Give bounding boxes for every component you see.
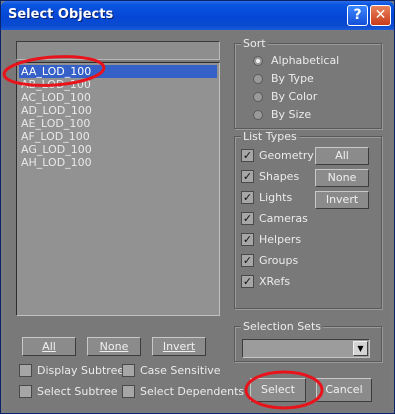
sort-option-label: Alphabetical — [271, 54, 340, 67]
radio-button[interactable] — [253, 74, 263, 84]
selection-sets-dropdown[interactable]: ▼ — [242, 339, 370, 358]
display-subtree-label: Display Subtree — [37, 364, 125, 377]
list-all-label: All — [42, 340, 56, 353]
types-none-button[interactable]: None — [315, 169, 369, 187]
checkbox[interactable]: ✓ — [241, 275, 254, 288]
select-subtree-label: Select Subtree — [37, 385, 118, 398]
checkbox[interactable]: ✓ — [241, 149, 254, 162]
sort-option-label: By Size — [271, 108, 312, 121]
select-dependents-checkbox[interactable] — [122, 385, 135, 398]
list-type-label: Cameras — [259, 212, 308, 225]
list-item[interactable]: AB_LOD_100 — [19, 78, 217, 91]
list-invert-label: Invert — [162, 340, 196, 353]
sort-group-label: Sort — [241, 37, 268, 50]
list-all-button[interactable]: All — [22, 337, 76, 356]
cancel-button[interactable]: Cancel — [316, 378, 372, 402]
checkbox[interactable]: ✓ — [241, 254, 254, 267]
case-sensitive-label: Case Sensitive — [140, 364, 221, 377]
close-button[interactable]: ✕ — [370, 5, 391, 26]
list-none-label: None — [99, 340, 129, 353]
list-item[interactable]: AH_LOD_100 — [19, 156, 217, 169]
sort-option-label: By Color — [271, 90, 318, 103]
radio-button[interactable] — [253, 110, 263, 120]
sort-option-label: By Type — [271, 72, 314, 85]
list-type-label: Helpers — [259, 233, 302, 246]
window-title: Select Objects — [8, 7, 114, 22]
checkbox[interactable]: ✓ — [241, 170, 254, 183]
select-dependents-label: Select Dependents — [140, 385, 245, 398]
list-type-label: Groups — [259, 254, 299, 267]
list-types-group-label: List Types — [241, 130, 299, 143]
list-type-label: Geometry — [259, 149, 314, 162]
checkbox[interactable]: ✓ — [241, 233, 254, 246]
checkbox[interactable]: ✓ — [241, 212, 254, 225]
sort-group: Sort Alphabetical By Type By Color By Size — [234, 37, 382, 129]
list-none-button[interactable]: None — [87, 337, 141, 356]
types-invert-button[interactable]: Invert — [315, 191, 369, 209]
dropdown-arrow-icon[interactable]: ▼ — [353, 341, 368, 356]
list-item[interactable]: AD_LOD_100 — [19, 104, 217, 117]
list-item[interactable]: AF_LOD_100 — [19, 130, 217, 143]
search-input[interactable] — [16, 41, 220, 60]
select-objects-dialog: Select Objects ? ✕ AA_LOD_100 AB_LOD_100 A… — [0, 0, 395, 414]
case-sensitive-checkbox[interactable] — [122, 364, 135, 377]
list-type-label: Shapes — [259, 170, 300, 183]
list-type-label: Lights — [259, 191, 293, 204]
list-item[interactable]: AA_LOD_100 — [19, 65, 217, 78]
list-item[interactable]: AC_LOD_100 — [19, 91, 217, 104]
title-bar[interactable]: Select Objects ? ✕ — [1, 1, 394, 30]
selection-sets-label: Selection Sets — [241, 320, 323, 333]
radio-button[interactable] — [253, 56, 263, 66]
list-type-label: XRefs — [259, 275, 291, 288]
display-subtree-checkbox[interactable] — [19, 364, 32, 377]
list-types-group: List Types ✓ Geometry ✓ Shapes ✓ Lights ✓ Camer… — [234, 130, 382, 309]
radio-button[interactable] — [253, 92, 263, 102]
help-button[interactable]: ? — [347, 5, 368, 26]
select-button[interactable]: Select — [250, 378, 306, 402]
list-invert-button[interactable]: Invert — [152, 337, 206, 356]
types-all-button[interactable]: All — [315, 147, 369, 165]
list-item[interactable]: AE_LOD_100 — [19, 117, 217, 130]
list-item[interactable]: AG_LOD_100 — [19, 143, 217, 156]
select-subtree-checkbox[interactable] — [19, 385, 32, 398]
object-list[interactable]: AA_LOD_100 AB_LOD_100 AC_LOD_100 AD_LOD_100… — [16, 62, 220, 316]
checkbox[interactable]: ✓ — [241, 191, 254, 204]
